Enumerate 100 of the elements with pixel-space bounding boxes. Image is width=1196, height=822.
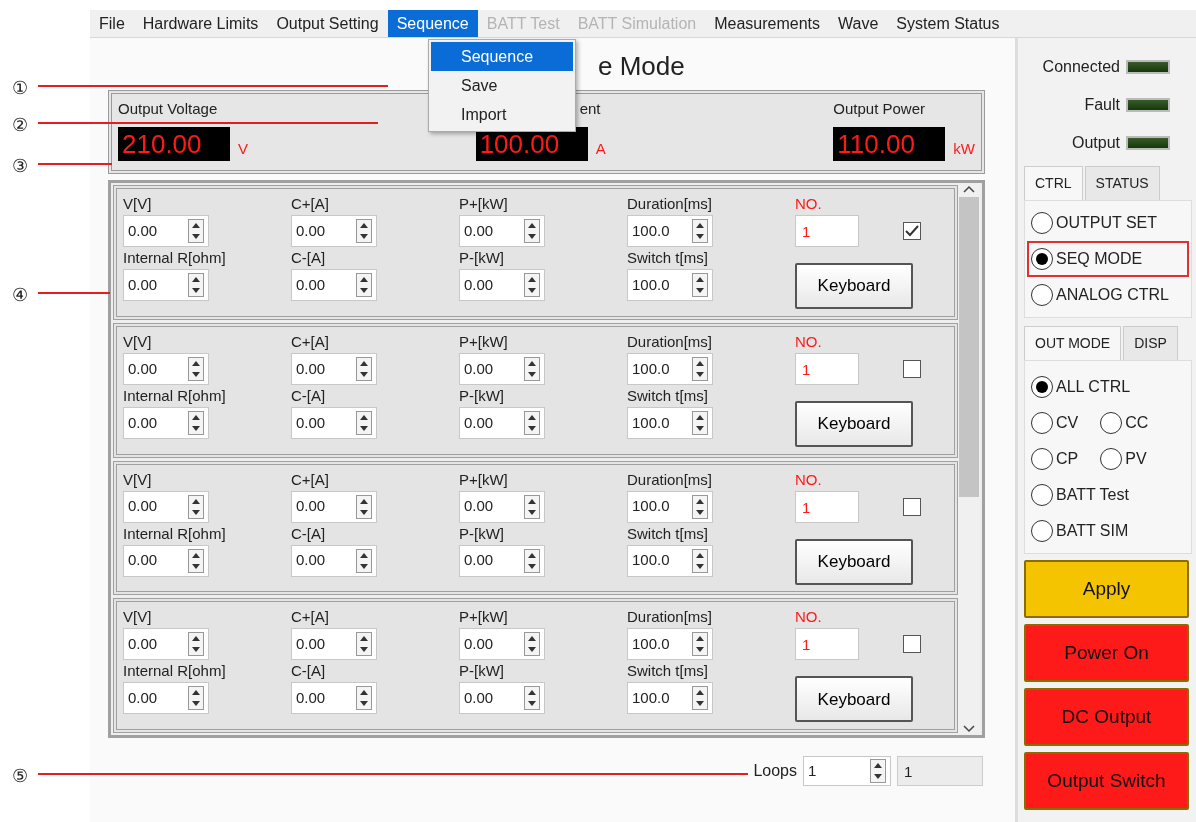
number-field[interactable]: 100.0 bbox=[627, 628, 713, 661]
spin-arrows-icon[interactable] bbox=[692, 356, 708, 381]
spin-arrows-icon[interactable] bbox=[356, 356, 372, 381]
spin-arrows-icon[interactable] bbox=[524, 356, 540, 381]
number-field[interactable]: 0.00 bbox=[459, 682, 545, 715]
spin-arrows-icon[interactable] bbox=[524, 273, 540, 297]
number-field[interactable]: 0.00 bbox=[459, 352, 545, 385]
spin-arrows-icon[interactable] bbox=[188, 356, 204, 381]
number-field[interactable]: 0.00 bbox=[123, 215, 209, 247]
number-field[interactable]: 1 bbox=[795, 215, 859, 247]
number-field[interactable]: 100.0 bbox=[627, 215, 713, 247]
checkbox[interactable] bbox=[903, 635, 921, 654]
menu-item[interactable]: Measurements bbox=[705, 10, 830, 37]
keyboard-button[interactable]: Keyboard bbox=[795, 263, 913, 309]
menu-item[interactable]: Wave bbox=[829, 10, 888, 37]
number-field[interactable]: 0.00 bbox=[123, 269, 209, 301]
radio-option[interactable]: CV bbox=[1027, 405, 1083, 441]
radio-option[interactable]: CC bbox=[1096, 405, 1153, 441]
number-field[interactable]: 0.00 bbox=[459, 269, 545, 301]
spin-arrows-icon[interactable] bbox=[356, 410, 372, 435]
keyboard-button[interactable]: Keyboard bbox=[795, 538, 913, 585]
number-field[interactable]: 0.00 bbox=[291, 269, 377, 301]
spin-arrows-icon[interactable] bbox=[356, 632, 372, 657]
number-field[interactable]: 0.00 bbox=[123, 628, 209, 661]
spin-arrows-icon[interactable] bbox=[524, 686, 540, 711]
number-field[interactable]: 0.00 bbox=[291, 352, 377, 385]
number-field[interactable]: 0.00 bbox=[459, 490, 545, 523]
spin-arrows-icon[interactable] bbox=[524, 410, 540, 435]
number-field[interactable]: 0.00 bbox=[123, 490, 209, 523]
spin-arrows-icon[interactable] bbox=[188, 632, 204, 657]
spin-arrows-icon[interactable] bbox=[188, 219, 204, 243]
menu-option[interactable]: Sequence bbox=[431, 42, 573, 71]
radio-option[interactable]: OUTPUT SET bbox=[1027, 205, 1189, 241]
number-field[interactable]: 1 bbox=[795, 628, 859, 661]
spin-arrows-icon[interactable] bbox=[524, 494, 540, 519]
number-field[interactable]: 1 bbox=[795, 490, 859, 523]
menu-option[interactable]: Import bbox=[431, 100, 573, 129]
radio-option[interactable]: PV bbox=[1096, 441, 1151, 477]
number-field[interactable]: 100.0 bbox=[627, 352, 713, 385]
scrollbar[interactable] bbox=[958, 185, 980, 733]
checkbox[interactable] bbox=[903, 222, 921, 240]
spin-arrows-icon[interactable] bbox=[524, 548, 540, 573]
menu-item[interactable]: System Status bbox=[887, 10, 1009, 37]
spin-arrows-icon[interactable] bbox=[692, 548, 708, 573]
action-button[interactable]: DC Output bbox=[1024, 688, 1189, 746]
menu-item[interactable]: File bbox=[90, 10, 134, 37]
spin-arrows-icon[interactable] bbox=[692, 219, 708, 243]
number-field[interactable]: 100.0 bbox=[627, 682, 713, 715]
spin-arrows-icon[interactable] bbox=[692, 410, 708, 435]
number-field[interactable]: 0.00 bbox=[291, 406, 377, 439]
tab[interactable]: CTRL bbox=[1024, 166, 1083, 200]
spin-arrows-icon[interactable] bbox=[356, 548, 372, 573]
action-button[interactable]: Apply bbox=[1024, 560, 1189, 618]
spin-arrows-icon[interactable] bbox=[188, 273, 204, 297]
number-field[interactable]: 0.00 bbox=[459, 406, 545, 439]
checkbox[interactable] bbox=[903, 497, 921, 516]
radio-option[interactable]: ALL CTRL bbox=[1027, 369, 1135, 405]
spin-arrows-icon[interactable] bbox=[356, 494, 372, 519]
spin-arrows-icon[interactable] bbox=[356, 686, 372, 711]
radio-option[interactable]: ANALOG CTRL bbox=[1027, 277, 1189, 313]
number-field[interactable]: 0.00 bbox=[291, 628, 377, 661]
number-field[interactable]: 0.00 bbox=[123, 544, 209, 577]
action-button[interactable]: Output Switch bbox=[1024, 752, 1189, 810]
action-button[interactable]: Power On bbox=[1024, 624, 1189, 682]
menu-item[interactable]: Output Setting bbox=[267, 10, 388, 37]
spin-arrows-icon[interactable] bbox=[692, 632, 708, 657]
number-field[interactable]: 100.0 bbox=[627, 490, 713, 523]
number-field[interactable]: 0.00 bbox=[291, 544, 377, 577]
number-field[interactable]: 100.0 bbox=[627, 269, 713, 301]
number-field[interactable]: 0.00 bbox=[123, 406, 209, 439]
number-field[interactable]: 0.00 bbox=[123, 352, 209, 385]
tab[interactable]: STATUS bbox=[1084, 166, 1160, 200]
radio-option[interactable]: BATT Test bbox=[1027, 477, 1133, 513]
spin-arrows-icon[interactable] bbox=[692, 273, 708, 297]
spin-arrows-icon[interactable] bbox=[524, 632, 540, 657]
radio-option[interactable]: SEQ MODE bbox=[1027, 241, 1189, 277]
spin-arrows-icon[interactable] bbox=[188, 548, 204, 573]
number-field[interactable]: 100.0 bbox=[627, 544, 713, 577]
spin-arrows-icon[interactable] bbox=[356, 273, 372, 297]
menu-item[interactable]: Hardware Limits bbox=[133, 10, 268, 37]
number-field[interactable]: 0.00 bbox=[459, 544, 545, 577]
number-field[interactable]: 0.00 bbox=[123, 682, 209, 715]
spin-arrows-icon[interactable] bbox=[188, 410, 204, 435]
number-field[interactable]: 0.00 bbox=[291, 682, 377, 715]
spin-arrows-icon[interactable] bbox=[692, 686, 708, 711]
menu-item[interactable]: Sequence bbox=[387, 10, 478, 37]
spin-arrows-icon[interactable] bbox=[870, 759, 886, 783]
number-field[interactable]: 1 bbox=[803, 756, 891, 786]
radio-option[interactable]: CP bbox=[1027, 441, 1083, 477]
spin-arrows-icon[interactable] bbox=[356, 219, 372, 243]
number-field[interactable]: 0.00 bbox=[291, 490, 377, 523]
spin-arrows-icon[interactable] bbox=[524, 219, 540, 243]
number-field[interactable]: 100.0 bbox=[627, 406, 713, 439]
menu-option[interactable]: Save bbox=[431, 71, 573, 100]
number-field[interactable]: 0.00 bbox=[459, 628, 545, 661]
tab[interactable]: OUT MODE bbox=[1024, 326, 1122, 360]
spin-arrows-icon[interactable] bbox=[188, 494, 204, 519]
keyboard-button[interactable]: Keyboard bbox=[795, 676, 913, 723]
radio-option[interactable]: BATT SIM bbox=[1027, 513, 1133, 549]
number-field[interactable]: 0.00 bbox=[459, 215, 545, 247]
